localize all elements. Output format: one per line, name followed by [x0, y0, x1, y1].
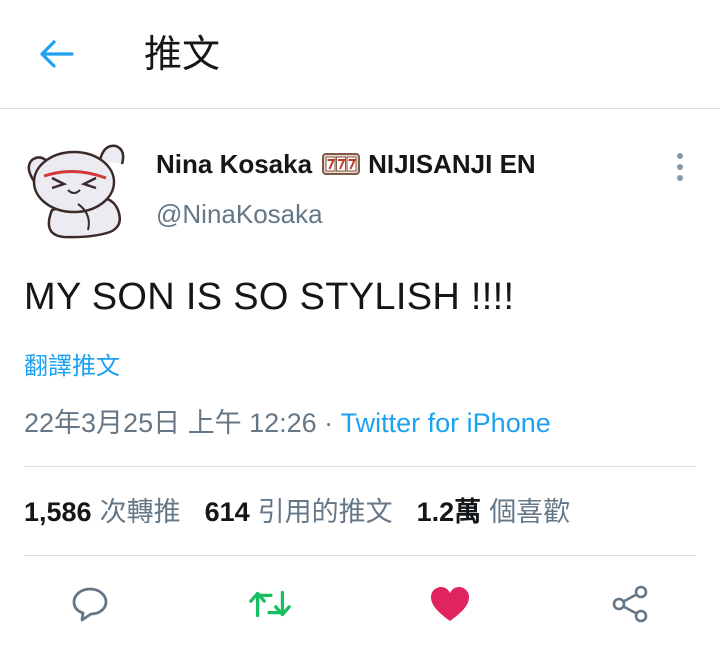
- like-button[interactable]: [428, 584, 472, 624]
- reply-button[interactable]: [68, 584, 112, 624]
- divider: [24, 555, 696, 556]
- back-button[interactable]: [32, 34, 80, 74]
- retweets-label: 次轉推: [99, 497, 181, 527]
- arrow-left-icon: [40, 40, 74, 68]
- retweets-stat[interactable]: 1,586 次轉推: [24, 493, 181, 531]
- share-icon: [612, 585, 648, 623]
- tweet-text: MY SON IS SO STYLISH !!!!: [24, 276, 515, 318]
- divider: [24, 466, 696, 467]
- share-button[interactable]: [608, 584, 652, 624]
- reply-icon: [72, 587, 108, 622]
- tweet-source-link[interactable]: Twitter for iPhone: [341, 408, 551, 438]
- page-title: 推文: [144, 34, 221, 76]
- tweet-timestamp: 22年3月25日 上午 12:26: [24, 408, 317, 438]
- quote-tweets-count: 614: [204, 497, 250, 527]
- quote-tweets-stat[interactable]: 614 引用的推文: [205, 493, 393, 531]
- top-bar: 推文: [0, 0, 720, 109]
- likes-stat[interactable]: 1.2萬 個喜歡: [417, 493, 571, 531]
- avatar[interactable]: [22, 140, 134, 240]
- retweet-icon: [249, 590, 291, 618]
- slot-machine-icon: [322, 153, 361, 175]
- likes-count: 1.2萬: [416, 497, 482, 527]
- quote-tweets-label: 引用的推文: [257, 497, 393, 527]
- more-options-button[interactable]: [664, 150, 696, 184]
- translate-tweet-link[interactable]: 翻譯推文: [24, 350, 120, 384]
- retweet-button[interactable]: [248, 584, 292, 624]
- display-name[interactable]: Nina Kosaka NIJISANJI EN: [156, 145, 536, 183]
- likes-label: 個喜歡: [489, 497, 571, 527]
- tweet-meta: 22年3月25日 上午 12:26 · Twitter for iPhone: [24, 404, 551, 442]
- heart-icon: [431, 587, 469, 621]
- display-name-suffix: NIJISANJI EN: [368, 149, 536, 179]
- more-vertical-icon: [677, 153, 683, 181]
- engagement-stats: 1,586 次轉推 614 引用的推文 1.2萬 個喜歡: [24, 493, 594, 531]
- display-name-text: Nina Kosaka: [156, 149, 313, 179]
- retweets-count: 1,586: [24, 497, 92, 527]
- meta-separator: ·: [316, 408, 341, 438]
- user-handle[interactable]: @NinaKosaka: [156, 196, 323, 232]
